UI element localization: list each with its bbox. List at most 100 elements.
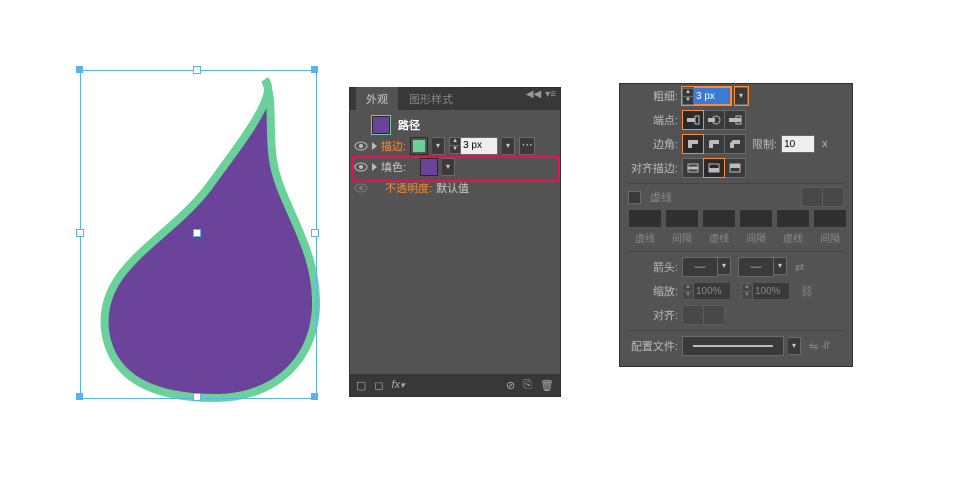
stroke-more-icon[interactable]: ⋯	[519, 137, 535, 155]
corner-round-icon[interactable]	[703, 134, 725, 154]
visibility-icon[interactable]	[354, 141, 368, 151]
scale-start-input	[694, 282, 731, 300]
arrow-align-b-icon[interactable]	[703, 305, 725, 325]
link-scale-icon[interactable]: ⛓	[800, 285, 814, 298]
dash-3[interactable]	[776, 209, 810, 228]
panel-tabbar: 外观 图形样式 ◀◀▾≡	[350, 88, 560, 110]
expand-icon[interactable]	[372, 163, 377, 171]
arrow-row: 箭头: —▾ —▾ ⇄	[620, 255, 852, 279]
dashed-checkbox[interactable]	[628, 191, 641, 204]
fill-label: 填色:	[381, 159, 406, 175]
profile-label: 配置文件:	[628, 338, 678, 354]
profile-dd[interactable]	[682, 336, 784, 356]
fx-menu-icon[interactable]: fx▾	[392, 379, 405, 392]
weight-input[interactable]	[694, 87, 731, 105]
stroke-weight-input[interactable]	[461, 137, 498, 155]
align-center-icon[interactable]	[682, 158, 704, 178]
opacity-label: 不透明度:	[385, 180, 432, 196]
dash-1[interactable]	[628, 209, 662, 228]
cap-projecting-icon[interactable]	[724, 110, 746, 130]
stroke-panel: 粗细: ▲▼ ▾ 端点: 边角: 限制: x	[620, 84, 852, 366]
handle-b[interactable]	[193, 393, 201, 401]
weight-stepper[interactable]: ▲▼	[682, 87, 731, 105]
dash-2[interactable]	[702, 209, 736, 228]
arrow-start-dd[interactable]: —	[682, 257, 718, 277]
expand-icon[interactable]	[372, 142, 377, 150]
gap-2[interactable]	[739, 209, 773, 228]
align-outside-icon[interactable]	[724, 158, 746, 178]
weight-row: 粗细: ▲▼ ▾	[620, 84, 852, 108]
handle-br[interactable]	[311, 393, 318, 400]
visibility-icon[interactable]	[354, 162, 368, 172]
dash-preserve-icon[interactable]	[801, 187, 823, 207]
weight-label: 粗细:	[628, 88, 678, 104]
align-row: 对齐描边:	[620, 156, 852, 180]
gap-1[interactable]	[665, 209, 699, 228]
dashed-label: 虚线	[650, 189, 672, 205]
fill-swatch-dd[interactable]: ▾	[442, 158, 455, 176]
scale-label: 缩放:	[628, 283, 678, 299]
profile-row: 配置文件: ▾ ⇋ ⥯	[620, 334, 852, 358]
cap-row: 端点:	[620, 108, 852, 132]
cap-round-icon[interactable]	[703, 110, 725, 130]
miter-limit-input[interactable]	[781, 135, 815, 153]
flip-h-icon[interactable]: ⇋	[809, 340, 818, 353]
corner-miter-icon[interactable]	[682, 134, 704, 154]
align-label: 对齐描边:	[628, 160, 678, 176]
flip-v-icon[interactable]: ⥯	[822, 340, 830, 353]
corner-label: 边角:	[628, 136, 678, 152]
arrow-label: 箭头:	[628, 259, 678, 275]
handle-t[interactable]	[193, 66, 201, 74]
handle-center[interactable]	[193, 229, 201, 237]
limit-label: 限制:	[752, 136, 777, 152]
scale-end-input	[753, 282, 790, 300]
stroke-label: 描边:	[381, 138, 406, 154]
fill-row[interactable]: 填色: ▾	[350, 156, 560, 177]
swap-arrow-icon[interactable]: ⇄	[795, 261, 804, 274]
handle-tl[interactable]	[76, 66, 83, 73]
weight-dd[interactable]: ▾	[735, 87, 748, 105]
dashed-row[interactable]: 虚线	[620, 187, 852, 207]
arrow-align-a-icon[interactable]	[682, 305, 704, 325]
dash-align-icon[interactable]	[822, 187, 844, 207]
handle-tr[interactable]	[311, 66, 318, 73]
handle-r[interactable]	[311, 229, 319, 237]
dash-values-row: 虚线 间隔 虚线 间隔 虚线 间隔	[620, 207, 852, 245]
handle-l[interactable]	[76, 229, 84, 237]
panel-menu[interactable]: ◀◀▾≡	[526, 89, 556, 100]
cap-butt-icon[interactable]	[682, 110, 704, 130]
handle-bl[interactable]	[76, 393, 83, 400]
arrow-end-dd[interactable]: —	[738, 257, 774, 277]
stroke-row[interactable]: 描边: ▾ ▲▼ ▾ ⋯	[350, 135, 560, 156]
tab-appearance[interactable]: 外观	[356, 87, 398, 110]
visibility-icon[interactable]	[354, 183, 368, 193]
object-thumb	[372, 116, 390, 134]
align-inside-icon[interactable]	[703, 158, 725, 178]
object-type-label: 路径	[398, 117, 420, 133]
stroke-swatch-dd[interactable]: ▾	[432, 137, 445, 155]
arrow-align-label: 对齐:	[628, 307, 678, 323]
arrow-align-row: 对齐:	[620, 303, 852, 327]
panel-footer: ▢ ◻ fx▾ ⊘ ⎘ 🗑	[350, 374, 560, 396]
stroke-weight-stepper[interactable]: ▲▼	[449, 137, 498, 155]
cap-label: 端点:	[628, 112, 678, 128]
tab-graphic-styles[interactable]: 图形样式	[399, 87, 463, 110]
trash-icon[interactable]: 🗑	[540, 379, 554, 392]
gap-3[interactable]	[813, 209, 847, 228]
limit-unit: x	[822, 138, 828, 150]
scale-row: 缩放: ▲▼ ▲▼ ⛓	[620, 279, 852, 303]
new-appearance-icon[interactable]: ▢	[356, 379, 366, 392]
stroke-swatch[interactable]	[410, 137, 428, 155]
opacity-value: 默认值	[436, 180, 469, 196]
appearance-panel: 外观 图形样式 ◀◀▾≡ 路径 描边: ▾ ▲▼ ▾ ⋯ 填色:	[350, 88, 560, 396]
canvas-artwork	[80, 70, 320, 410]
clear-appearance-icon[interactable]: ◻	[374, 379, 383, 392]
fill-swatch[interactable]	[420, 158, 438, 176]
opacity-row[interactable]: 不透明度: 默认值	[350, 177, 560, 198]
path-title-row: 路径	[350, 114, 560, 135]
duplicate-icon[interactable]: ⎘	[523, 379, 532, 392]
corner-row: 边角: 限制: x	[620, 132, 852, 156]
stroke-weight-dd[interactable]: ▾	[502, 137, 515, 155]
deny-icon[interactable]: ⊘	[506, 379, 515, 392]
corner-bevel-icon[interactable]	[724, 134, 746, 154]
